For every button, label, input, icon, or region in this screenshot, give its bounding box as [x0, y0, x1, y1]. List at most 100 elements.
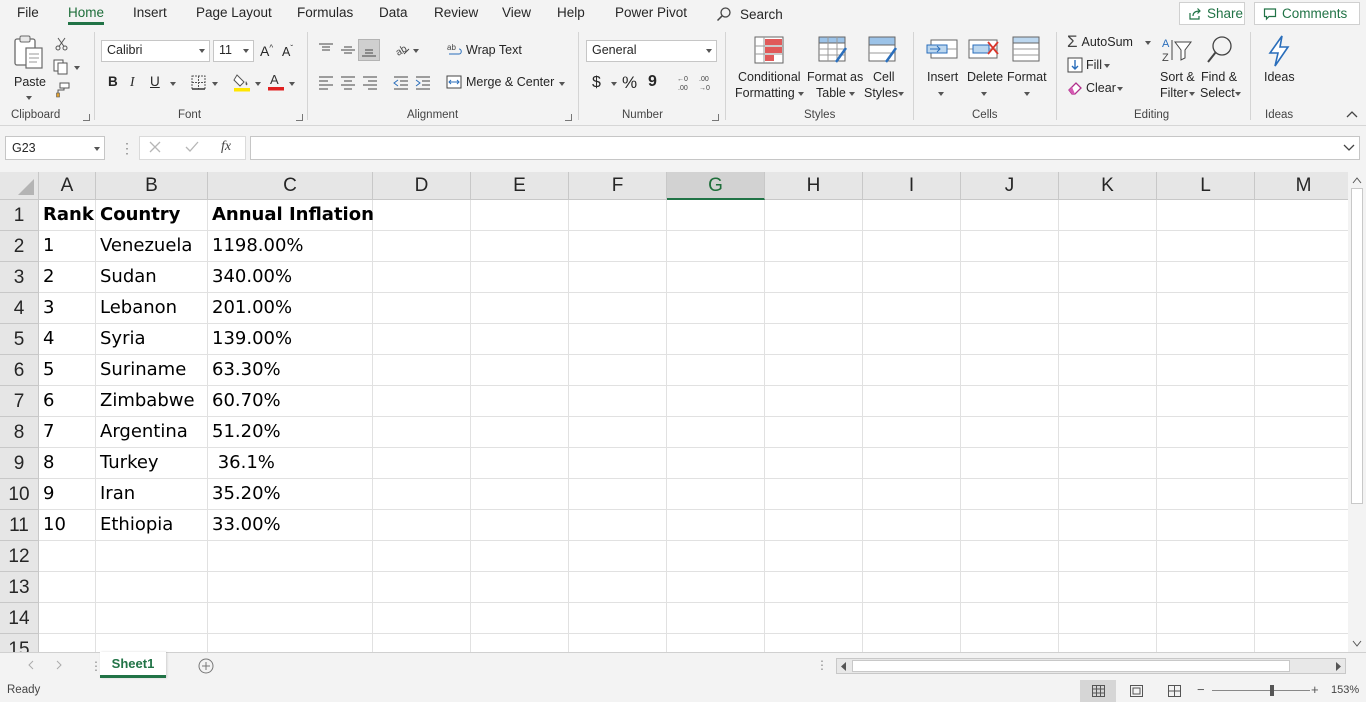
cell-j11[interactable]	[961, 510, 1059, 541]
cell-d1[interactable]	[373, 200, 471, 231]
cell-e10[interactable]	[471, 479, 569, 510]
vertical-scroll-thumb[interactable]	[1351, 188, 1363, 504]
cell-a8[interactable]: 7	[39, 417, 96, 448]
row-header-5[interactable]: 5	[0, 324, 39, 355]
cell-g10[interactable]	[667, 479, 765, 510]
cell-j7[interactable]	[961, 386, 1059, 417]
cell-l2[interactable]	[1157, 231, 1255, 262]
collapse-ribbon-icon[interactable]	[1346, 110, 1358, 118]
cell-c13[interactable]	[208, 572, 373, 603]
cell-j10[interactable]	[961, 479, 1059, 510]
cell-f12[interactable]	[569, 541, 667, 572]
cell-a15[interactable]	[39, 634, 96, 652]
cell-k8[interactable]	[1059, 417, 1157, 448]
cell-d14[interactable]	[373, 603, 471, 634]
cell-d13[interactable]	[373, 572, 471, 603]
increase-decimal-icon[interactable]: ←0.00	[675, 74, 693, 92]
cell-d6[interactable]	[373, 355, 471, 386]
clear-dropdown-icon[interactable]	[1117, 87, 1123, 91]
row-header-6[interactable]: 6	[0, 355, 39, 386]
horizontal-scroll-thumb[interactable]	[852, 660, 1290, 672]
cell-c9[interactable]: 36.1%	[208, 448, 373, 479]
cell-k9[interactable]	[1059, 448, 1157, 479]
row-header-13[interactable]: 13	[0, 572, 39, 603]
cell-l6[interactable]	[1157, 355, 1255, 386]
cell-c1[interactable]: Annual Inflation	[208, 200, 374, 231]
cell-b11[interactable]: Ethiopia	[96, 510, 208, 541]
cell-d4[interactable]	[373, 293, 471, 324]
cell-i11[interactable]	[863, 510, 961, 541]
cell-a11[interactable]: 10	[39, 510, 96, 541]
cell-d9[interactable]	[373, 448, 471, 479]
row-header-14[interactable]: 14	[0, 603, 39, 634]
next-sheet-icon[interactable]	[55, 660, 63, 670]
currency-button[interactable]: $	[592, 74, 601, 92]
column-header-f[interactable]: F	[569, 172, 667, 200]
vertical-scrollbar[interactable]	[1348, 172, 1366, 652]
cell-h12[interactable]	[765, 541, 863, 572]
cell-b7[interactable]: Zimbabwe	[96, 386, 208, 417]
row-header-3[interactable]: 3	[0, 262, 39, 293]
row-header-7[interactable]: 7	[0, 386, 39, 417]
cell-k15[interactable]	[1059, 634, 1157, 652]
insert-cells-button[interactable]: Insert	[922, 34, 962, 104]
cell-h11[interactable]	[765, 510, 863, 541]
cell-i5[interactable]	[863, 324, 961, 355]
cell-j3[interactable]	[961, 262, 1059, 293]
page-break-view-icon[interactable]	[1168, 685, 1181, 697]
cell-d15[interactable]	[373, 634, 471, 652]
cell-j5[interactable]	[961, 324, 1059, 355]
row-header-1[interactable]: 1	[0, 200, 39, 231]
cell-a1[interactable]: Rank	[39, 200, 96, 231]
orientation-dropdown-icon[interactable]	[413, 49, 419, 53]
cell-m13[interactable]	[1255, 572, 1348, 603]
scroll-left-icon[interactable]	[840, 662, 848, 671]
cell-l14[interactable]	[1157, 603, 1255, 634]
cell-k14[interactable]	[1059, 603, 1157, 634]
column-header-i[interactable]: I	[863, 172, 961, 200]
cell-l3[interactable]	[1157, 262, 1255, 293]
scroll-down-icon[interactable]	[1352, 640, 1362, 648]
cell-g15[interactable]	[667, 634, 765, 652]
ideas-button[interactable]: Ideas	[1262, 34, 1298, 104]
cell-f5[interactable]	[569, 324, 667, 355]
cell-e14[interactable]	[471, 603, 569, 634]
cell-h4[interactable]	[765, 293, 863, 324]
number-launcher-icon[interactable]	[712, 114, 719, 121]
cell-g6[interactable]	[667, 355, 765, 386]
cell-l8[interactable]	[1157, 417, 1255, 448]
cell-f11[interactable]	[569, 510, 667, 541]
currency-dropdown-icon[interactable]	[611, 82, 617, 86]
align-center-icon[interactable]	[340, 76, 356, 90]
cell-l7[interactable]	[1157, 386, 1255, 417]
cell-c2[interactable]: 1198.00%	[208, 231, 373, 262]
fill-dropdown-icon[interactable]	[1104, 64, 1110, 68]
autosum-dropdown-icon[interactable]	[1145, 41, 1151, 45]
tab-home[interactable]: Home	[68, 5, 105, 25]
column-header-k[interactable]: K	[1059, 172, 1157, 200]
cell-d11[interactable]	[373, 510, 471, 541]
cell-j8[interactable]	[961, 417, 1059, 448]
align-bottom-button[interactable]	[358, 39, 380, 61]
cell-l5[interactable]	[1157, 324, 1255, 355]
cell-l4[interactable]	[1157, 293, 1255, 324]
format-cells-button[interactable]: Format	[1006, 34, 1050, 104]
scroll-right-icon[interactable]	[1334, 662, 1342, 671]
tab-view[interactable]: View	[502, 5, 531, 20]
cell-g11[interactable]	[667, 510, 765, 541]
cell-e12[interactable]	[471, 541, 569, 572]
column-header-b[interactable]: B	[96, 172, 208, 200]
cell-h15[interactable]	[765, 634, 863, 652]
cell-b12[interactable]	[96, 541, 208, 572]
cell-m10[interactable]	[1255, 479, 1348, 510]
cell-j4[interactable]	[961, 293, 1059, 324]
row-header-15[interactable]: 15	[0, 634, 39, 652]
cell-f8[interactable]	[569, 417, 667, 448]
cell-a5[interactable]: 4	[39, 324, 96, 355]
cell-e11[interactable]	[471, 510, 569, 541]
tab-help[interactable]: Help	[557, 5, 585, 20]
cell-g7[interactable]	[667, 386, 765, 417]
add-sheet-icon[interactable]	[198, 658, 214, 674]
cell-b4[interactable]: Lebanon	[96, 293, 208, 324]
cell-l13[interactable]	[1157, 572, 1255, 603]
